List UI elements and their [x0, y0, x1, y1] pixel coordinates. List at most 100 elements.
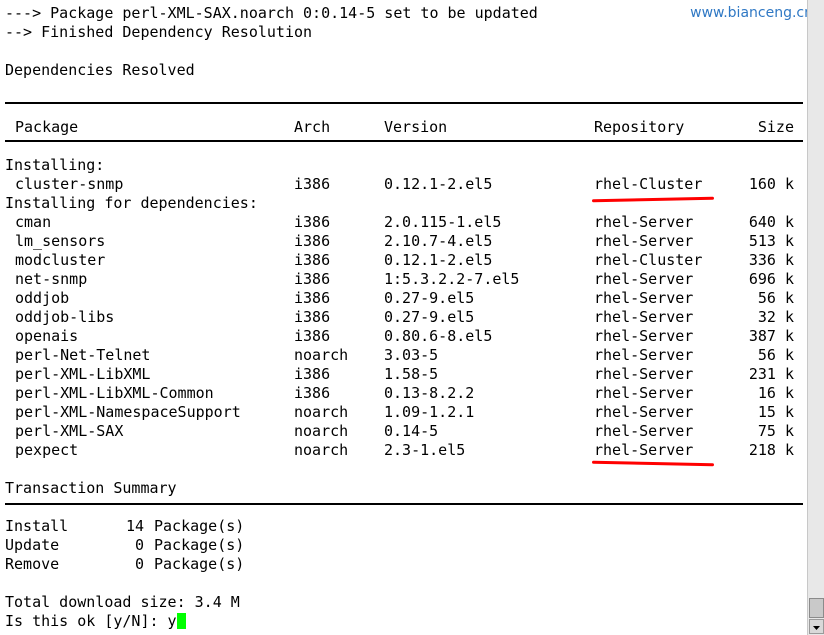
summary-title: Transaction Summary	[5, 479, 177, 497]
row-size: 387 k	[748, 327, 794, 345]
row-version: 0.27-9.el5	[384, 289, 475, 307]
red-underline-annotation	[591, 460, 715, 467]
section-label-installing: Installing:	[5, 156, 105, 174]
row-size: 56 k	[757, 289, 794, 307]
vertical-scrollbar[interactable]	[807, 0, 824, 635]
row-repository: rhel-Server	[594, 308, 694, 326]
row-repository: rhel-Server	[594, 327, 694, 345]
row-version: 0.27-9.el5	[384, 308, 475, 326]
summary-install-count: 14	[125, 517, 144, 535]
row-package: cluster-snmp	[15, 175, 124, 193]
row-size: 16 k	[757, 384, 794, 402]
separator-line	[5, 102, 803, 104]
text-cursor	[176, 613, 186, 629]
column-header-version: Version	[384, 118, 448, 136]
row-arch: noarch	[294, 422, 349, 440]
row-version: 2.0.115-1.el5	[384, 213, 502, 231]
terminal-line: ---> Package perl-XML-SAX.noarch 0:0.14-…	[5, 4, 538, 22]
row-arch: i386	[294, 213, 331, 231]
total-download-size: Total download size: 3.4 M	[5, 593, 240, 611]
section-label-dependencies: Installing for dependencies:	[5, 194, 258, 212]
row-package: oddjob	[15, 289, 70, 307]
row-size: 15 k	[757, 403, 794, 421]
row-size: 56 k	[757, 346, 794, 364]
row-arch: i386	[294, 327, 331, 345]
row-arch: i386	[294, 289, 331, 307]
row-repository: rhel-Server	[594, 384, 694, 402]
row-arch: noarch	[294, 441, 349, 459]
row-repository: rhel-Server	[594, 270, 694, 288]
row-arch: i386	[294, 308, 331, 326]
row-package: perl-XML-LibXML-Common	[15, 384, 214, 402]
confirm-prompt-text: Is this ok [y/N]: y	[5, 612, 177, 630]
row-version: 0.12.1-2.el5	[384, 251, 493, 269]
scrollbar-thumb[interactable]	[809, 598, 824, 618]
row-version: 0.14-5	[384, 422, 439, 440]
row-package: oddjob-libs	[15, 308, 115, 326]
row-package: openais	[15, 327, 79, 345]
row-arch: i386	[294, 384, 331, 402]
terminal-line: --> Finished Dependency Resolution	[5, 23, 313, 41]
summary-remove-label: Remove	[5, 555, 60, 573]
row-version: 0.80.6-8.el5	[384, 327, 493, 345]
row-version: 3.03-5	[384, 346, 439, 364]
row-size: 75 k	[757, 422, 794, 440]
row-size: 513 k	[748, 232, 794, 250]
arrow-down-icon	[813, 626, 820, 630]
row-repository: rhel-Server	[594, 213, 694, 231]
separator-line	[5, 140, 803, 142]
red-underline-annotation	[591, 196, 715, 203]
row-repository: rhel-Server	[594, 232, 694, 250]
row-repository: rhel-Server	[594, 289, 694, 307]
row-arch: noarch	[294, 403, 349, 421]
row-package: pexpect	[15, 441, 79, 459]
row-arch: i386	[294, 232, 331, 250]
row-arch: noarch	[294, 346, 349, 364]
row-size: 231 k	[748, 365, 794, 383]
row-package: perl-XML-SAX	[15, 422, 124, 440]
summary-remove-unit: Package(s)	[154, 555, 245, 573]
row-version: 0.13-8.2.2	[384, 384, 475, 402]
row-repository: rhel-Server	[594, 403, 694, 421]
row-repository: rhel-Cluster	[594, 175, 703, 193]
watermark: www.bianceng.cn	[686, 3, 817, 23]
column-header-repository: Repository	[594, 118, 685, 136]
terminal-window[interactable]: www.bianceng.cn ---> Package perl-XML-SA…	[0, 0, 824, 635]
row-version: 1.09-1.2.1	[384, 403, 475, 421]
row-package: net-snmp	[15, 270, 88, 288]
row-version: 1.58-5	[384, 365, 439, 383]
row-size: 640 k	[748, 213, 794, 231]
row-size: 160 k	[748, 175, 794, 193]
column-header-size: Size	[757, 118, 794, 136]
row-size: 218 k	[748, 441, 794, 459]
summary-update-count: 0	[134, 536, 144, 554]
row-size: 696 k	[748, 270, 794, 288]
row-package: lm_sensors	[15, 232, 106, 250]
separator-line	[5, 503, 803, 505]
scroll-down-button[interactable]	[809, 619, 824, 634]
summary-update-label: Update	[5, 536, 60, 554]
row-package: perl-XML-LibXML	[15, 365, 151, 383]
confirm-prompt[interactable]: Is this ok [y/N]: y	[5, 612, 186, 631]
row-package: perl-Net-Telnet	[15, 346, 151, 364]
row-package: cman	[15, 213, 52, 231]
row-arch: i386	[294, 251, 331, 269]
row-repository: rhel-Server	[594, 422, 694, 440]
summary-install-label: Install	[5, 517, 69, 535]
row-arch: i386	[294, 270, 331, 288]
row-package: perl-XML-NamespaceSupport	[15, 403, 241, 421]
row-repository: rhel-Server	[594, 365, 694, 383]
row-version: 0.12.1-2.el5	[384, 175, 493, 193]
summary-update-unit: Package(s)	[154, 536, 245, 554]
row-arch: i386	[294, 175, 331, 193]
row-repository: rhel-Server	[594, 346, 694, 364]
summary-install-unit: Package(s)	[154, 517, 245, 535]
column-header-arch: Arch	[294, 118, 331, 136]
row-repository: rhel-Server	[594, 441, 694, 459]
row-version: 2.10.7-4.el5	[384, 232, 493, 250]
column-header-package: Package	[15, 118, 79, 136]
row-version: 2.3-1.el5	[384, 441, 466, 459]
summary-remove-count: 0	[134, 555, 144, 573]
row-package: modcluster	[15, 251, 106, 269]
row-version: 1:5.3.2.2-7.el5	[384, 270, 520, 288]
